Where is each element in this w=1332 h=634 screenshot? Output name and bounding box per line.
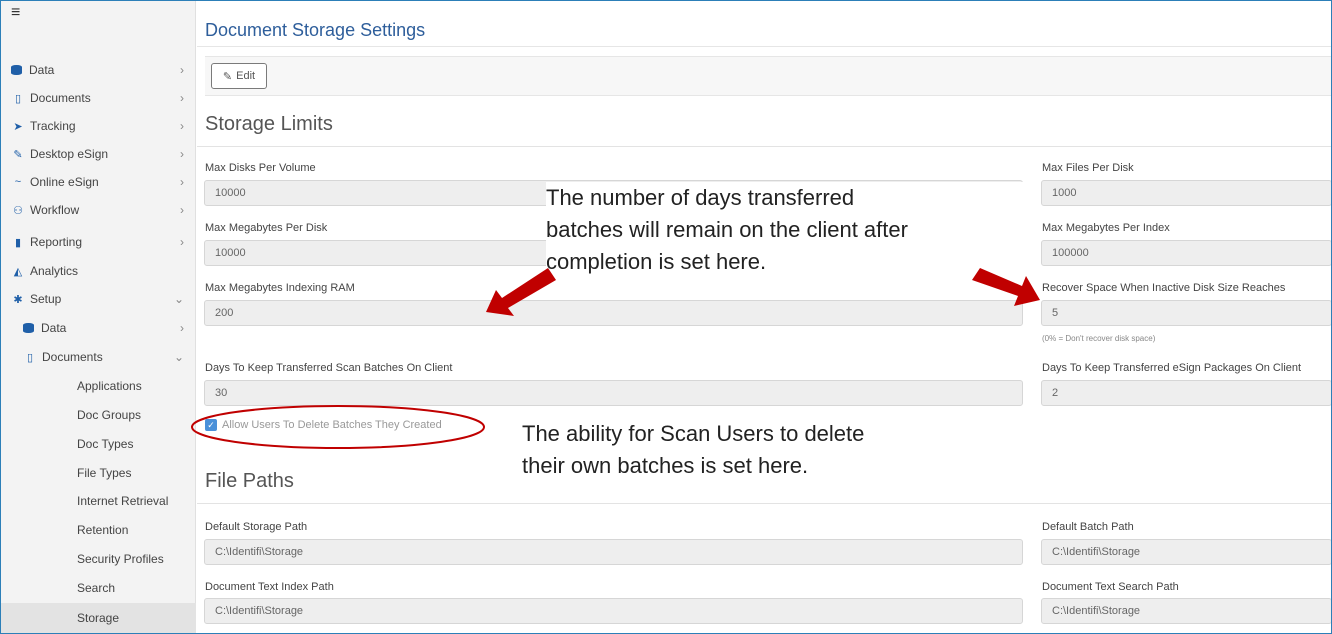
highlight-ellipse: [191, 405, 485, 449]
annotation-overlay: [191, 268, 1040, 449]
arrow-down-left-icon: [486, 268, 556, 316]
arrow-down-right-icon: [972, 268, 1040, 306]
